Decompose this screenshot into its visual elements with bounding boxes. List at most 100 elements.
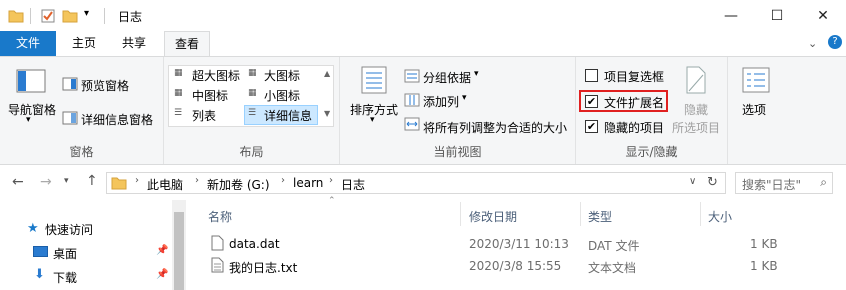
- ribbon: 导航窗格 ▾ 预览窗格 详细信息窗格 窗格 ▦ 超大图标 ▦ 大图标 ▦ 中图标…: [0, 56, 846, 165]
- small-icons-icon: ▦: [248, 88, 257, 98]
- chevron-down-icon: ▾: [474, 69, 479, 79]
- breadcrumb-drive[interactable]: 新加卷 (G:): [207, 176, 270, 193]
- chevron-down-icon: ▾: [26, 115, 31, 125]
- maximize-button[interactable]: ☐: [754, 0, 800, 31]
- column-type[interactable]: 类型: [588, 208, 612, 225]
- breadcrumb-current[interactable]: 日志: [341, 176, 365, 193]
- layout-large-icons[interactable]: 大图标: [264, 67, 300, 84]
- search-input[interactable]: 搜索"日志" ⌕: [735, 172, 833, 194]
- column-date[interactable]: 修改日期: [469, 208, 517, 225]
- address-bar[interactable]: › 此电脑 › 新加卷 (G:) › learn › 日志 ∨ ↻: [106, 172, 726, 194]
- chevron-down-icon: ▾: [370, 115, 375, 125]
- tab-home[interactable]: 主页: [64, 31, 104, 56]
- layout-xlarge-icons[interactable]: 超大图标: [192, 67, 240, 84]
- minimize-button[interactable]: —: [708, 0, 754, 31]
- group-options: 选项: [728, 57, 784, 164]
- text-file-icon: [211, 257, 224, 273]
- column-size[interactable]: 大小: [708, 208, 732, 225]
- title-bar: ▾ 日志 — ☐ ✕: [0, 0, 846, 31]
- help-icon[interactable]: ?: [828, 35, 842, 49]
- column-name[interactable]: 名称: [208, 208, 232, 225]
- layout-small-icons[interactable]: 小图标: [264, 87, 300, 104]
- preview-pane-button[interactable]: 预览窗格: [81, 77, 129, 94]
- options-button[interactable]: 选项: [742, 101, 766, 118]
- properties-icon[interactable]: [40, 8, 56, 24]
- star-icon: ★: [27, 221, 39, 236]
- group-label: 显示/隐藏: [625, 145, 678, 159]
- nav-desktop[interactable]: 桌面: [53, 245, 77, 262]
- file-date: 2020/3/8 15:55: [469, 259, 562, 273]
- medium-icons-icon: ▦: [174, 88, 183, 98]
- navigation-pane-button[interactable]: 导航窗格: [8, 101, 56, 118]
- refresh-icon[interactable]: ↻: [707, 175, 718, 190]
- folder-icon: [111, 177, 127, 190]
- group-label: 窗格: [69, 145, 94, 159]
- nav-downloads[interactable]: 下载: [53, 269, 77, 286]
- layout-medium-icons[interactable]: 中图标: [192, 87, 228, 104]
- add-columns-icon: [404, 93, 420, 107]
- xlarge-icons-icon: ▦: [174, 68, 183, 78]
- file-size: 1 KB: [750, 259, 778, 273]
- list-icon: ☰: [174, 108, 183, 118]
- quick-access-dropdown-icon[interactable]: ▾: [84, 8, 89, 24]
- breadcrumb-this-pc[interactable]: 此电脑: [147, 176, 183, 193]
- group-by-icon: [404, 69, 420, 83]
- search-placeholder: 搜索"日志": [742, 178, 802, 192]
- layout-details[interactable]: 详细信息: [264, 107, 312, 124]
- hidden-items-checkbox[interactable]: ✔: [585, 120, 598, 133]
- file-name[interactable]: 我的日志.txt: [229, 259, 297, 276]
- pin-icon[interactable]: 📌: [156, 269, 168, 280]
- folder-icon: [8, 10, 24, 23]
- hide-selected-button-line2[interactable]: 所选项目: [672, 119, 720, 136]
- file-date: 2020/3/11 10:13: [469, 237, 569, 251]
- back-arrow-icon[interactable]: ←: [12, 174, 24, 190]
- sort-by-icon: [361, 66, 387, 94]
- up-arrow-icon[interactable]: ↑: [86, 173, 98, 189]
- file-icon: [211, 235, 224, 251]
- fit-columns-button[interactable]: 将所有列调整为合适的大小: [423, 119, 567, 136]
- item-checkboxes-label[interactable]: 项目复选框: [604, 68, 664, 85]
- file-name[interactable]: data.dat: [229, 237, 280, 251]
- preview-pane-icon: [62, 77, 78, 91]
- pin-icon[interactable]: 📌: [156, 245, 168, 256]
- group-label: 布局: [239, 145, 264, 159]
- breadcrumb-learn[interactable]: learn: [293, 176, 323, 190]
- hide-selected-button-line1[interactable]: 隐藏: [684, 101, 708, 118]
- options-icon: [742, 67, 770, 93]
- breadcrumb-separator-icon: ›: [281, 175, 285, 186]
- details-pane-icon: [62, 111, 78, 125]
- recent-locations-icon[interactable]: ▾: [64, 176, 69, 186]
- details-icon: ☰: [248, 108, 257, 118]
- item-checkboxes-checkbox[interactable]: [585, 69, 598, 82]
- breadcrumb-separator-icon: ›: [195, 175, 199, 186]
- hidden-items-label[interactable]: 隐藏的项目: [604, 119, 664, 136]
- file-size: 1 KB: [750, 237, 778, 251]
- address-dropdown-icon[interactable]: ∨: [689, 176, 696, 187]
- group-panes: 导航窗格 ▾ 预览窗格 详细信息窗格 窗格: [0, 57, 164, 164]
- chevron-down-icon: ▾: [462, 93, 467, 103]
- tab-view[interactable]: 查看: [164, 31, 210, 57]
- add-columns-button[interactable]: 添加列: [423, 93, 459, 110]
- hide-selected-icon: [686, 66, 706, 94]
- close-button[interactable]: ✕: [800, 0, 846, 31]
- tab-file[interactable]: 文件: [0, 31, 56, 56]
- forward-arrow-icon[interactable]: →: [40, 174, 52, 190]
- ribbon-tabs: 文件 主页 共享 查看 ⌄ ?: [0, 31, 846, 57]
- tab-share[interactable]: 共享: [114, 31, 154, 56]
- nav-quick-access[interactable]: 快速访问: [45, 221, 93, 238]
- file-type: 文本文档: [588, 261, 637, 275]
- gallery-scroll-up-icon[interactable]: ▲: [324, 69, 330, 78]
- layout-list[interactable]: 列表: [192, 107, 216, 124]
- navigation-pane-icon: [16, 69, 46, 93]
- new-folder-icon[interactable]: [62, 8, 78, 24]
- gallery-more-icon[interactable]: ▼: [324, 109, 330, 118]
- large-icons-icon: ▦: [248, 68, 257, 78]
- file-type: DAT 文件: [588, 239, 640, 253]
- search-icon: ⌕: [820, 175, 827, 189]
- collapse-ribbon-icon[interactable]: ⌄: [808, 37, 817, 50]
- nav-scrollbar-thumb[interactable]: [174, 212, 184, 290]
- group-current-view: 排序方式 ▾ 分组依据 ▾ 添加列 ▾ 将所有列调整为合适的大小 当前视图: [340, 57, 576, 164]
- fit-columns-icon: [404, 117, 420, 131]
- details-pane-button[interactable]: 详细信息窗格: [81, 111, 153, 128]
- group-by-button[interactable]: 分组依据: [423, 69, 471, 86]
